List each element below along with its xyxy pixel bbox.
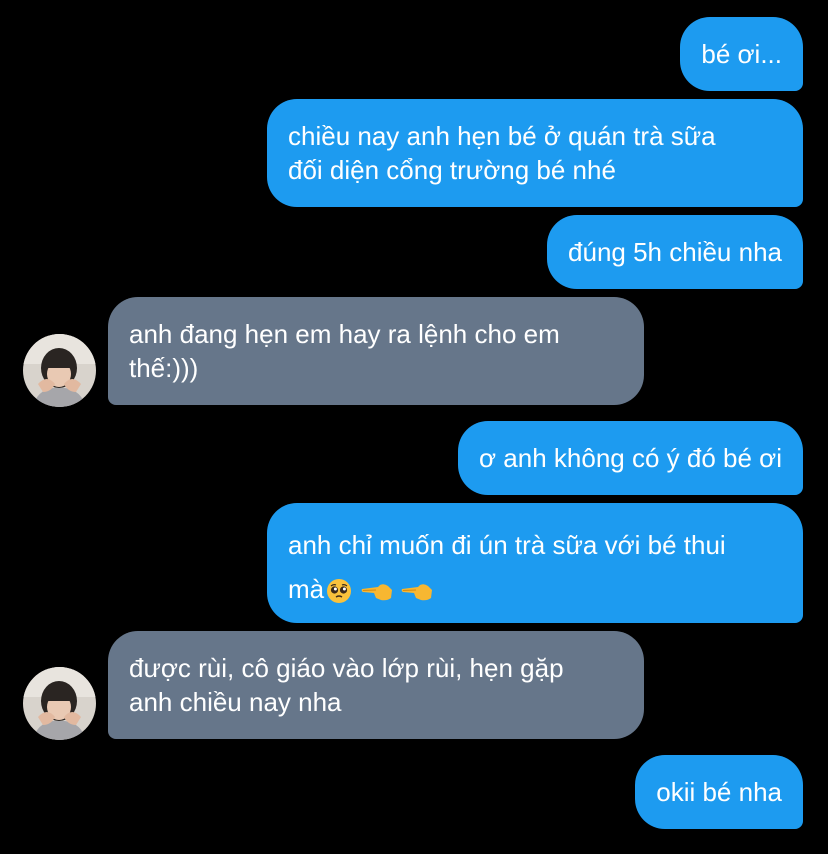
message-text: đối diện cổng trường bé nhé [288, 155, 616, 185]
contact-avatar[interactable] [23, 334, 96, 407]
outgoing-message-bubble[interactable]: ơ anh không có ý đó bé ơi [458, 421, 803, 495]
outgoing-message-bubble[interactable]: anh chỉ muốn đi ún trà sữa với bé thui m… [267, 503, 803, 623]
avatar-photo-icon [23, 667, 96, 740]
message-text: anh chiều nay nha [129, 687, 342, 717]
message-text: bé ơi... [701, 39, 782, 69]
message-text: thế:))) [129, 353, 199, 383]
message-text: okii bé nha [656, 777, 782, 807]
outgoing-message-bubble[interactable]: đúng 5h chiều nha [547, 215, 803, 289]
contact-avatar[interactable] [23, 667, 96, 740]
incoming-message-bubble[interactable]: anh đang hẹn em hay ra lệnh cho em thế:)… [108, 297, 644, 405]
pleading-face-icon [327, 579, 352, 604]
incoming-message-bubble[interactable]: được rùi, cô giáo vào lớp rùi, hẹn gặp a… [108, 631, 644, 739]
chat-thread: bé ơi... chiều nay anh hẹn bé ở quán trà… [0, 0, 828, 854]
message-text: chiều nay anh hẹn bé ở quán trà sữa [288, 121, 716, 151]
message-text: mà [288, 574, 325, 604]
message-text: ơ anh không có ý đó bé ơi [479, 443, 782, 473]
message-text: anh đang hẹn em hay ra lệnh cho em [129, 319, 560, 349]
message-text-with-emoji: mà [288, 567, 782, 611]
pointing-left-icon [401, 584, 433, 601]
outgoing-message-bubble[interactable]: bé ơi... [680, 17, 803, 91]
message-text: đúng 5h chiều nha [568, 237, 782, 267]
message-text: được rùi, cô giáo vào lớp rùi, hẹn gặp [129, 653, 564, 683]
pointing-left-icon [361, 584, 393, 601]
outgoing-message-bubble[interactable]: chiều nay anh hẹn bé ở quán trà sữa đối … [267, 99, 803, 207]
outgoing-message-bubble[interactable]: okii bé nha [635, 755, 803, 829]
avatar-photo-icon [23, 334, 96, 407]
message-text: anh chỉ muốn đi ún trà sữa với bé thui [288, 530, 726, 560]
